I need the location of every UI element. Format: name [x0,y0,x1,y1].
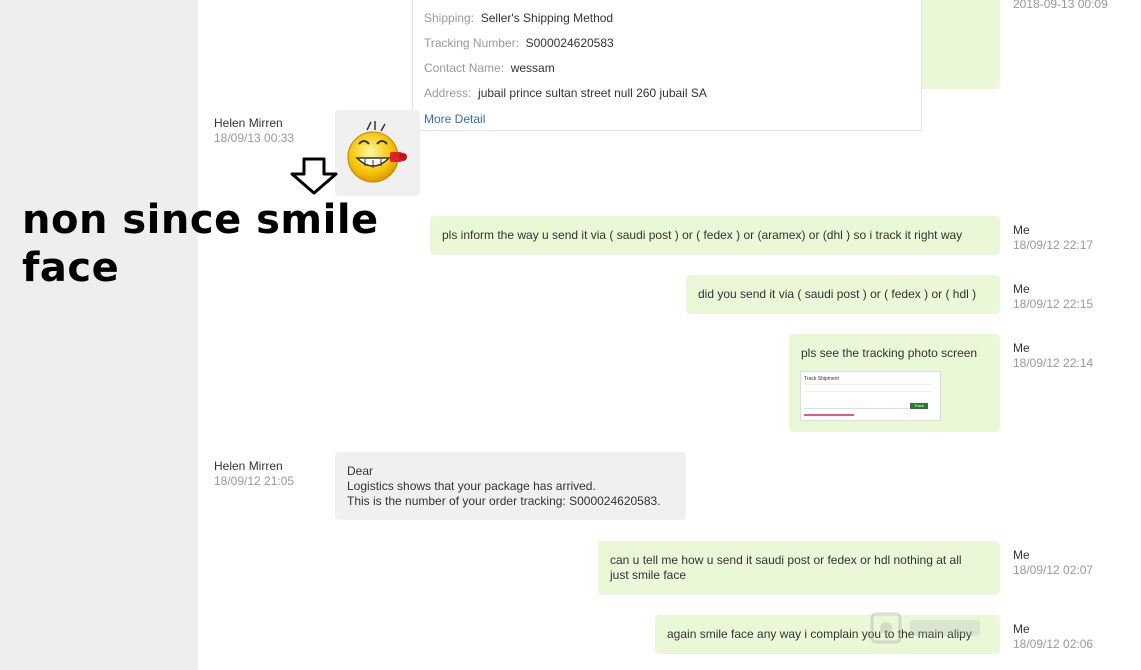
message-time: 18/09/12 22:14 [1013,356,1094,370]
annotation-line-1: non since smile [22,197,379,243]
message-time-top: 2018-09-13 00:09 [1013,0,1108,11]
watermark-logo [870,608,990,648]
message-bubble: pls inform the way u send it via ( saudi… [430,216,1000,255]
tracking-screenshot-image[interactable]: Track Shipment Track [800,371,941,421]
address-value: jubail prince sultan street null 260 jub… [478,86,707,100]
screenshot-text-block [804,384,932,392]
message-bubble: did you send it via ( saudi post ) or ( … [686,275,1000,314]
sender-name: Me [1013,223,1030,237]
message-line: can u tell me how u send it saudi post o… [610,553,962,567]
contact-label: Contact Name [424,61,501,75]
sticker-bubble [335,110,420,196]
more-detail-link[interactable]: More Detail [424,112,485,126]
down-arrow-icon [290,157,338,195]
shipping-label: Shipping [424,11,471,25]
tracking-label: Tracking Number [424,36,516,50]
order-tracking-row: Tracking Number: S000024620583 [424,36,614,50]
message-bubble: can u tell me how u send it saudi post o… [598,541,1000,595]
screenshot-title: Track Shipment [804,376,839,382]
message-bubble: Dear Logistics shows that your package h… [335,452,686,520]
message-time: 18/09/13 00:33 [214,131,295,145]
grinning-emoji-sticker-icon [347,121,407,183]
order-shipping-row: Shipping: Seller's Shipping Method [424,11,614,25]
message-time: 18/09/12 21:05 [214,474,295,488]
left-gutter [0,0,198,670]
message-time: 18/09/12 22:17 [1013,238,1094,252]
sender-name: Me [1013,282,1030,296]
annotation-text: non since smile face [22,196,379,292]
message-line: This is the number of your order trackin… [347,494,661,508]
message-line: Dear [347,464,374,478]
address-label: Address [424,86,469,100]
sender-name: Helen Mirren [214,116,283,130]
message-time: 18/09/12 02:06 [1013,637,1094,651]
message-line: pls see the tracking photo screen [801,346,978,360]
screenshot-track-button: Track [910,403,928,409]
contact-value: wessam [510,61,555,75]
sender-name: Me [1013,622,1030,636]
message-line: just smile face [610,568,687,582]
sender-name: Me [1013,341,1030,355]
order-address-row: Address: jubail prince sultan street nul… [424,86,707,100]
tracking-value: S000024620583 [525,36,614,50]
annotation-line-2: face [22,245,120,291]
message-line: pls inform the way u send it via ( saudi… [442,228,963,242]
message-line: did you send it via ( saudi post ) or ( … [698,287,977,301]
order-info-card: Shipping: Seller's Shipping Method Track… [412,0,922,131]
screenshot-red-link [804,414,854,416]
shipping-value: Seller's Shipping Method [480,11,614,25]
message-line: Logistics shows that your package has ar… [347,479,596,493]
sender-name: Me [1013,548,1030,562]
screenshot-input [804,402,908,409]
message-time: 18/09/12 22:15 [1013,297,1094,311]
message-time: 18/09/12 02:07 [1013,563,1094,577]
order-contact-row: Contact Name: wessam [424,61,555,75]
sender-name: Helen Mirren [214,459,283,473]
